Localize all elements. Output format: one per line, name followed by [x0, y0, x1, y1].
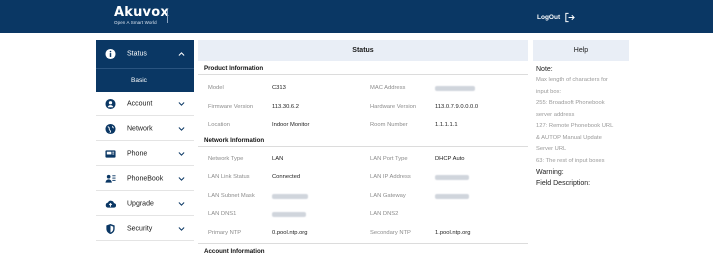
model-value: C313: [272, 85, 286, 91]
help-line: & AUTOP Manual Update: [536, 134, 602, 141]
sidebar-item-label: Upgrade: [127, 200, 154, 207]
help-panel: Help Note: Max length of characters for …: [533, 40, 629, 259]
firmware-version-value: 113.30.6.2: [272, 104, 299, 110]
location-value: Indoor Monitor: [272, 122, 310, 128]
sidebar-item-network[interactable]: Network: [96, 117, 194, 141]
network-type-value: LAN: [272, 156, 284, 162]
section-divider: [198, 74, 528, 75]
sidebar-subitem-label: Basic: [131, 77, 147, 84]
sidebar: Status Basic Account Network Phone Phone…: [96, 40, 194, 247]
lan-dns2-label: LAN DNS2: [370, 211, 399, 217]
help-line: server address: [536, 111, 575, 118]
primary-ntp-value: 0.pool.ntp.org: [272, 230, 308, 236]
chevron-down-icon: [178, 151, 185, 156]
lan-link-status-value: Connected: [272, 174, 301, 180]
lan-gateway-redacted: [435, 194, 469, 199]
sidebar-subitem-basic[interactable]: Basic: [96, 68, 194, 92]
help-note-heading: Note:: [536, 66, 553, 73]
account-icon: [105, 98, 116, 109]
sidebar-item-label: Network: [127, 125, 153, 132]
room-number-value: 1.1.1.1.1: [435, 122, 458, 128]
lan-dns1-redacted: [272, 212, 306, 217]
lan-subnet-mask-label: LAN Subnet Mask: [208, 193, 255, 199]
security-shield-icon: [106, 223, 115, 234]
lan-subnet-mask-redacted: [272, 194, 308, 199]
sidebar-item-phone[interactable]: Phone: [96, 142, 194, 166]
section-title-product: Product Information: [204, 65, 264, 72]
help-body: Note: Max length of characters for input…: [536, 64, 632, 189]
sidebar-item-upgrade[interactable]: Upgrade: [96, 192, 194, 216]
brand-tagline: Open A Smart World: [114, 20, 157, 25]
secondary-ntp-value: 1.pool.ntp.org: [435, 230, 471, 236]
chevron-up-icon: [178, 52, 185, 56]
network-globe-icon: [105, 123, 116, 134]
status-panel: Status Product Information Model C313 MA…: [198, 40, 528, 259]
location-label: Location: [208, 122, 230, 128]
logout-arrow-icon: [565, 12, 575, 23]
help-line: Max length of characters for: [536, 77, 608, 83]
hardware-version-label: Hardware Version: [370, 104, 417, 110]
help-line: input box:: [536, 88, 562, 95]
lan-gateway-label: LAN Gateway: [370, 193, 406, 199]
chevron-down-icon: [178, 176, 185, 181]
network-type-label: Network Type: [208, 156, 244, 162]
sidebar-item-account[interactable]: Account: [96, 92, 194, 116]
section-divider: [198, 146, 528, 147]
help-line: 63: The rest of input boxes: [536, 157, 605, 164]
hardware-version-value: 113.0.7.9.0.0.0.0: [435, 104, 479, 110]
sidebar-item-label: PhoneBook: [127, 175, 164, 182]
logout-button[interactable]: LogOut: [537, 12, 575, 23]
chevron-down-icon: [178, 101, 185, 106]
section-title-account: Account Information: [204, 248, 265, 255]
help-line: Server URL: [536, 146, 567, 152]
upgrade-cloud-icon: [105, 200, 116, 208]
secondary-ntp-label: Secondary NTP: [370, 230, 411, 236]
chevron-down-icon: [178, 126, 185, 131]
brand-logo: Akuvox Open A Smart World: [114, 5, 169, 26]
logo-divider: [167, 10, 168, 23]
sidebar-item-label: Security: [127, 225, 153, 232]
help-field-description-heading: Field Description:: [536, 180, 591, 187]
top-bar: Akuvox Open A Smart World LogOut: [0, 0, 713, 33]
page-title: Status: [198, 40, 528, 61]
firmware-version-label: Firmware Version: [208, 104, 254, 110]
help-warning-heading: Warning:: [536, 169, 564, 176]
lan-port-type-value: DHCP Auto: [435, 156, 465, 162]
help-title: Help: [533, 40, 629, 61]
help-line: 255: Broadsoft Phonebook: [536, 100, 605, 106]
chevron-down-icon: [178, 201, 185, 206]
section-divider: [198, 243, 528, 244]
mac-address-redacted: [435, 86, 475, 91]
sidebar-item-label: Account: [127, 100, 153, 107]
room-number-label: Room Number: [370, 122, 408, 128]
lan-port-type-label: LAN Port Type: [370, 156, 408, 162]
sidebar-item-status[interactable]: Status: [96, 40, 194, 68]
phone-icon: [105, 149, 116, 158]
logout-label: LogOut: [537, 14, 561, 21]
model-label: Model: [208, 85, 224, 91]
primary-ntp-label: Primary NTP: [208, 230, 242, 236]
sidebar-item-phonebook[interactable]: PhoneBook: [96, 167, 194, 191]
lan-ip-address-label: LAN IP Address: [370, 174, 411, 180]
brand-name: Akuvox: [114, 5, 169, 20]
sidebar-item-security[interactable]: Security: [96, 217, 194, 241]
lan-link-status-label: LAN Link Status: [208, 174, 250, 180]
section-title-network: Network Information: [204, 137, 265, 144]
phonebook-icon: [105, 174, 116, 183]
mac-address-label: MAC Address: [370, 85, 406, 91]
lan-ip-address-redacted: [435, 175, 469, 180]
info-icon: [105, 48, 116, 60]
chevron-down-icon: [178, 226, 185, 231]
sidebar-item-label: Status: [127, 50, 147, 58]
help-line: 127: Remote Phonebook URL: [536, 123, 614, 129]
sidebar-item-label: Phone: [127, 150, 148, 157]
lan-dns1-label: LAN DNS1: [208, 211, 237, 217]
